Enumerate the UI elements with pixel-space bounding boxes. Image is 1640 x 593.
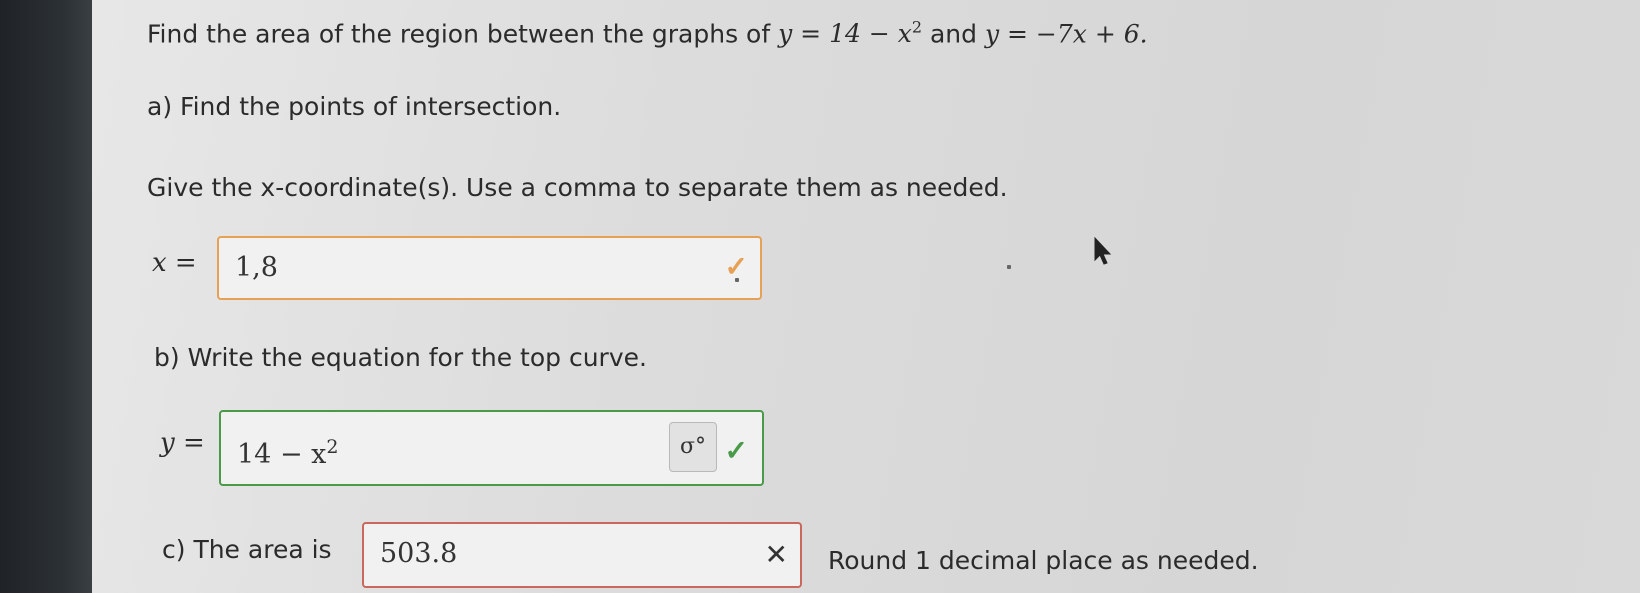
part-c-answer-input[interactable]: 503.8 ✕ <box>362 522 802 588</box>
stray-dot <box>735 278 739 282</box>
part-a-answer-input[interactable]: 1,8 ✓ <box>217 236 762 300</box>
checkmark-icon: ✓ <box>724 434 748 467</box>
part-c-answer-value: 503.8 <box>380 538 458 569</box>
equation-2: y = −7x + 6. <box>984 19 1148 49</box>
mouse-cursor-icon <box>1094 236 1112 265</box>
part-a-answer-value: 1,8 <box>235 252 278 283</box>
stray-dot <box>1007 265 1011 269</box>
question-statement: Find the area of the region between the … <box>147 18 1148 48</box>
dark-left-edge <box>0 0 92 593</box>
part-a-variable-label: x = <box>152 248 197 278</box>
part-a-instruction: Give the x-coordinate(s). Use a comma to… <box>147 173 1008 202</box>
equation-1: y = 14 − x2 <box>778 18 923 49</box>
question-panel: Find the area of the region between the … <box>92 0 1640 593</box>
part-b-heading: b) Write the equation for the top curve. <box>154 343 647 372</box>
and-word: and <box>929 19 978 49</box>
part-c-prefix: c) The area is <box>162 535 332 564</box>
math-palette-button[interactable]: σ° <box>669 422 717 472</box>
part-c-rounding-instruction: Round 1 decimal place as needed. <box>828 546 1259 575</box>
cross-icon: ✕ <box>764 538 788 571</box>
part-b-variable-label: y = <box>160 428 205 458</box>
part-a-heading: a) Find the points of intersection. <box>147 92 562 121</box>
question-intro: Find the area of the region between the … <box>147 19 771 49</box>
part-b-answer-value: 14 − x2 <box>237 436 339 470</box>
